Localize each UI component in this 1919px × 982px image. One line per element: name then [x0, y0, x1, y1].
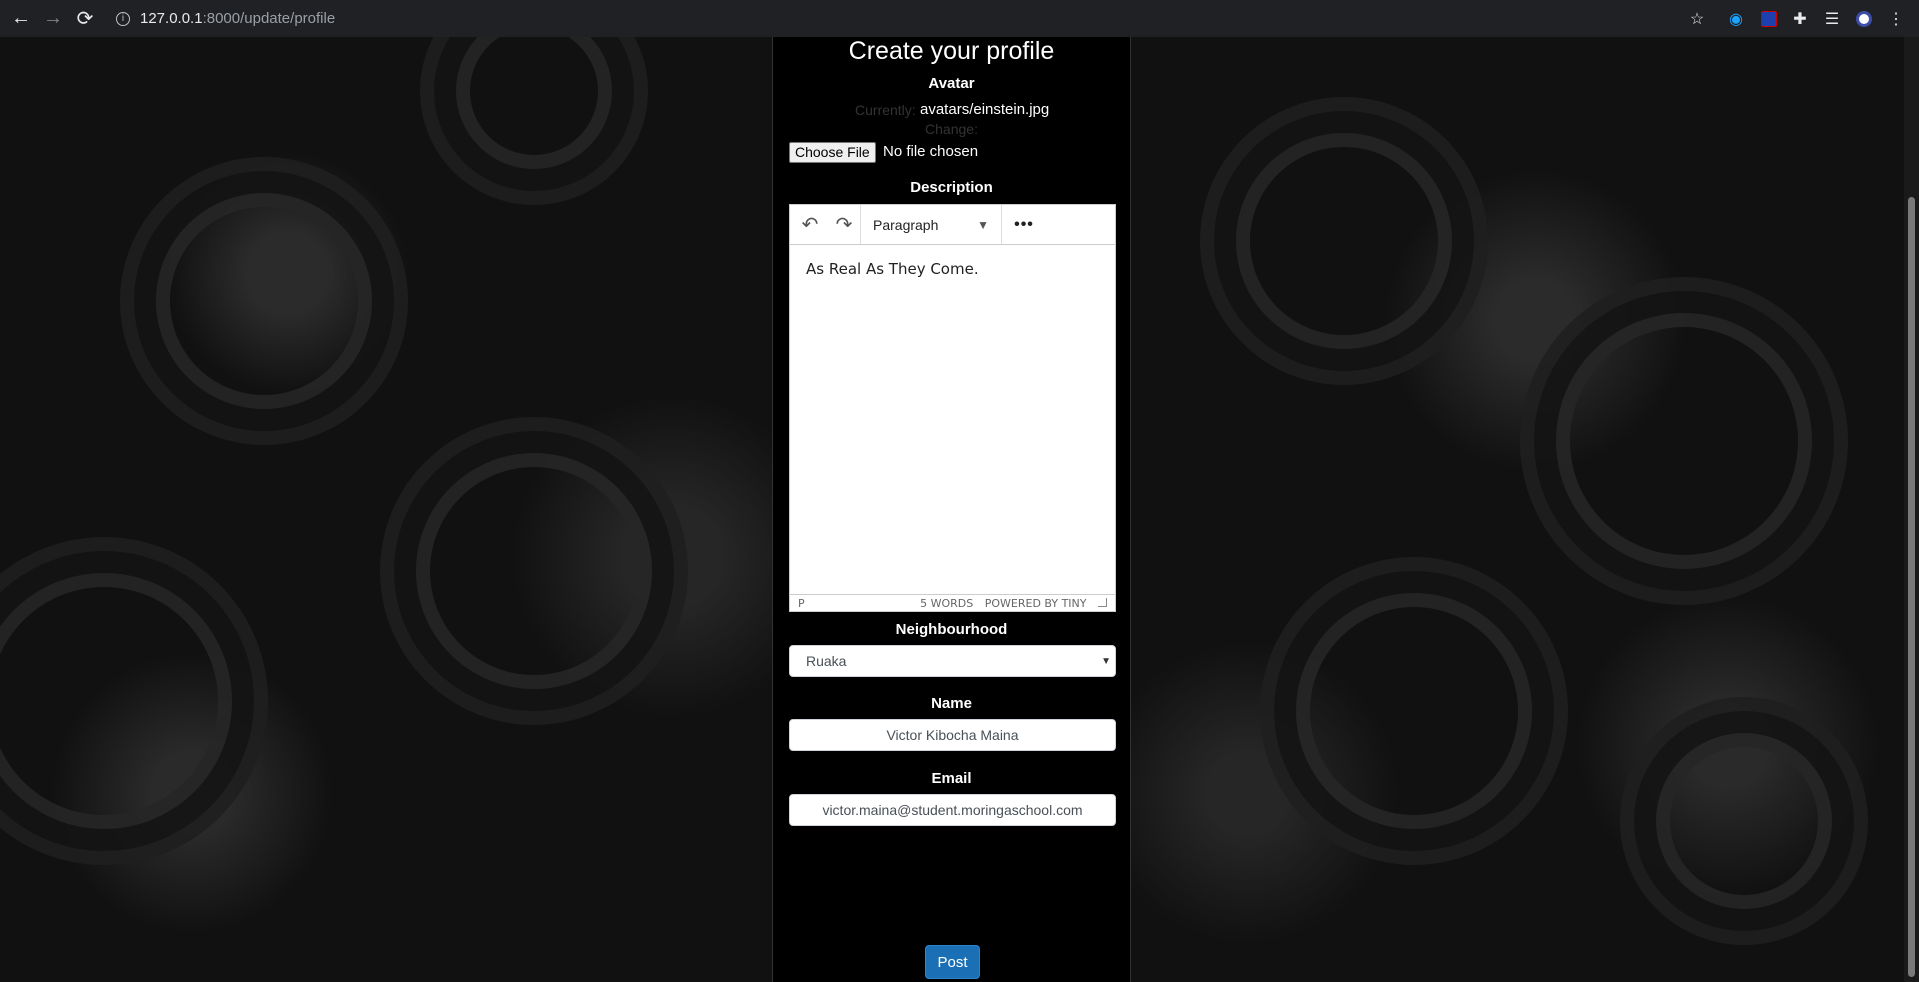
- name-label: Name: [931, 695, 972, 712]
- editor-content[interactable]: As Real As They Come.: [790, 245, 1115, 593]
- editor-statusbar: P 5 WORDS POWERED BY TINY: [790, 594, 1115, 611]
- scrollbar-thumb[interactable]: [1908, 197, 1915, 977]
- choose-file-button[interactable]: Choose File: [789, 142, 876, 163]
- description-label: Description: [910, 179, 993, 196]
- chevron-down-icon: ▼: [1101, 655, 1111, 667]
- email-label: Email: [931, 770, 972, 787]
- browser-menu-icon[interactable]: ⋮: [1882, 0, 1910, 37]
- current-avatar-link[interactable]: avatars/einstein.jpg: [920, 101, 1049, 118]
- neighbourhood-value: Ruaka: [806, 653, 847, 669]
- block-format-value: Paragraph: [873, 216, 939, 233]
- post-button[interactable]: Post: [925, 945, 980, 979]
- undo-icon[interactable]: ↶: [792, 206, 828, 244]
- file-status: No file chosen: [883, 143, 979, 160]
- site-info-icon[interactable]: i: [116, 11, 130, 26]
- chevron-down-icon: ▼: [977, 217, 989, 232]
- more-options-icon[interactable]: •••: [1002, 216, 1046, 234]
- page-title: Create your profile: [848, 37, 1055, 65]
- profile-avatar-icon[interactable]: [1850, 0, 1878, 37]
- bookmark-star-icon[interactable]: ☆: [1683, 0, 1711, 37]
- address-bar[interactable]: i 127.0.0.1:8000/update/profile: [110, 4, 1700, 33]
- email-input[interactable]: victor.maina@student.moringaschool.com: [789, 794, 1116, 826]
- redo-icon[interactable]: ↷: [828, 206, 860, 244]
- reload-icon[interactable]: ⟳: [70, 0, 100, 37]
- forward-icon[interactable]: →: [38, 0, 68, 37]
- browser-toolbar: ← → ⟳ i 127.0.0.1:8000/update/profile ☆ …: [0, 0, 1919, 37]
- extension-shield-icon[interactable]: [1755, 0, 1783, 37]
- currently-label: Currently:: [855, 102, 916, 118]
- editor-toolbar: ↶ ↷ Paragraph ▼ •••: [790, 205, 1115, 245]
- element-path[interactable]: P: [798, 597, 805, 610]
- avatar-label: Avatar: [928, 75, 975, 92]
- word-count[interactable]: 5 WORDS: [920, 597, 973, 610]
- name-input[interactable]: Victor Kibocha Maina: [789, 719, 1116, 751]
- powered-by-link[interactable]: POWERED BY TINY: [985, 597, 1087, 610]
- profile-form: Create your profile Avatar Currently: av…: [772, 37, 1131, 982]
- block-format-select[interactable]: Paragraph ▼: [861, 206, 1001, 244]
- back-icon[interactable]: ←: [6, 0, 36, 37]
- extension-icon[interactable]: ◉: [1722, 0, 1750, 37]
- neighbourhood-select[interactable]: Ruaka ▼: [789, 645, 1116, 677]
- url-host: 127.0.0.1: [140, 10, 203, 27]
- extensions-puzzle-icon[interactable]: ✚: [1786, 0, 1814, 37]
- change-label: Change:: [925, 121, 978, 137]
- description-editor: ↶ ↷ Paragraph ▼ ••• As Real As They Come…: [789, 204, 1116, 612]
- url-path: :8000/update/profile: [202, 10, 336, 27]
- reading-list-icon[interactable]: ☰: [1818, 0, 1846, 37]
- neighbourhood-label: Neighbourhood: [895, 621, 1008, 638]
- resize-handle-icon[interactable]: [1098, 597, 1107, 607]
- page-scrollbar[interactable]: [1904, 37, 1919, 982]
